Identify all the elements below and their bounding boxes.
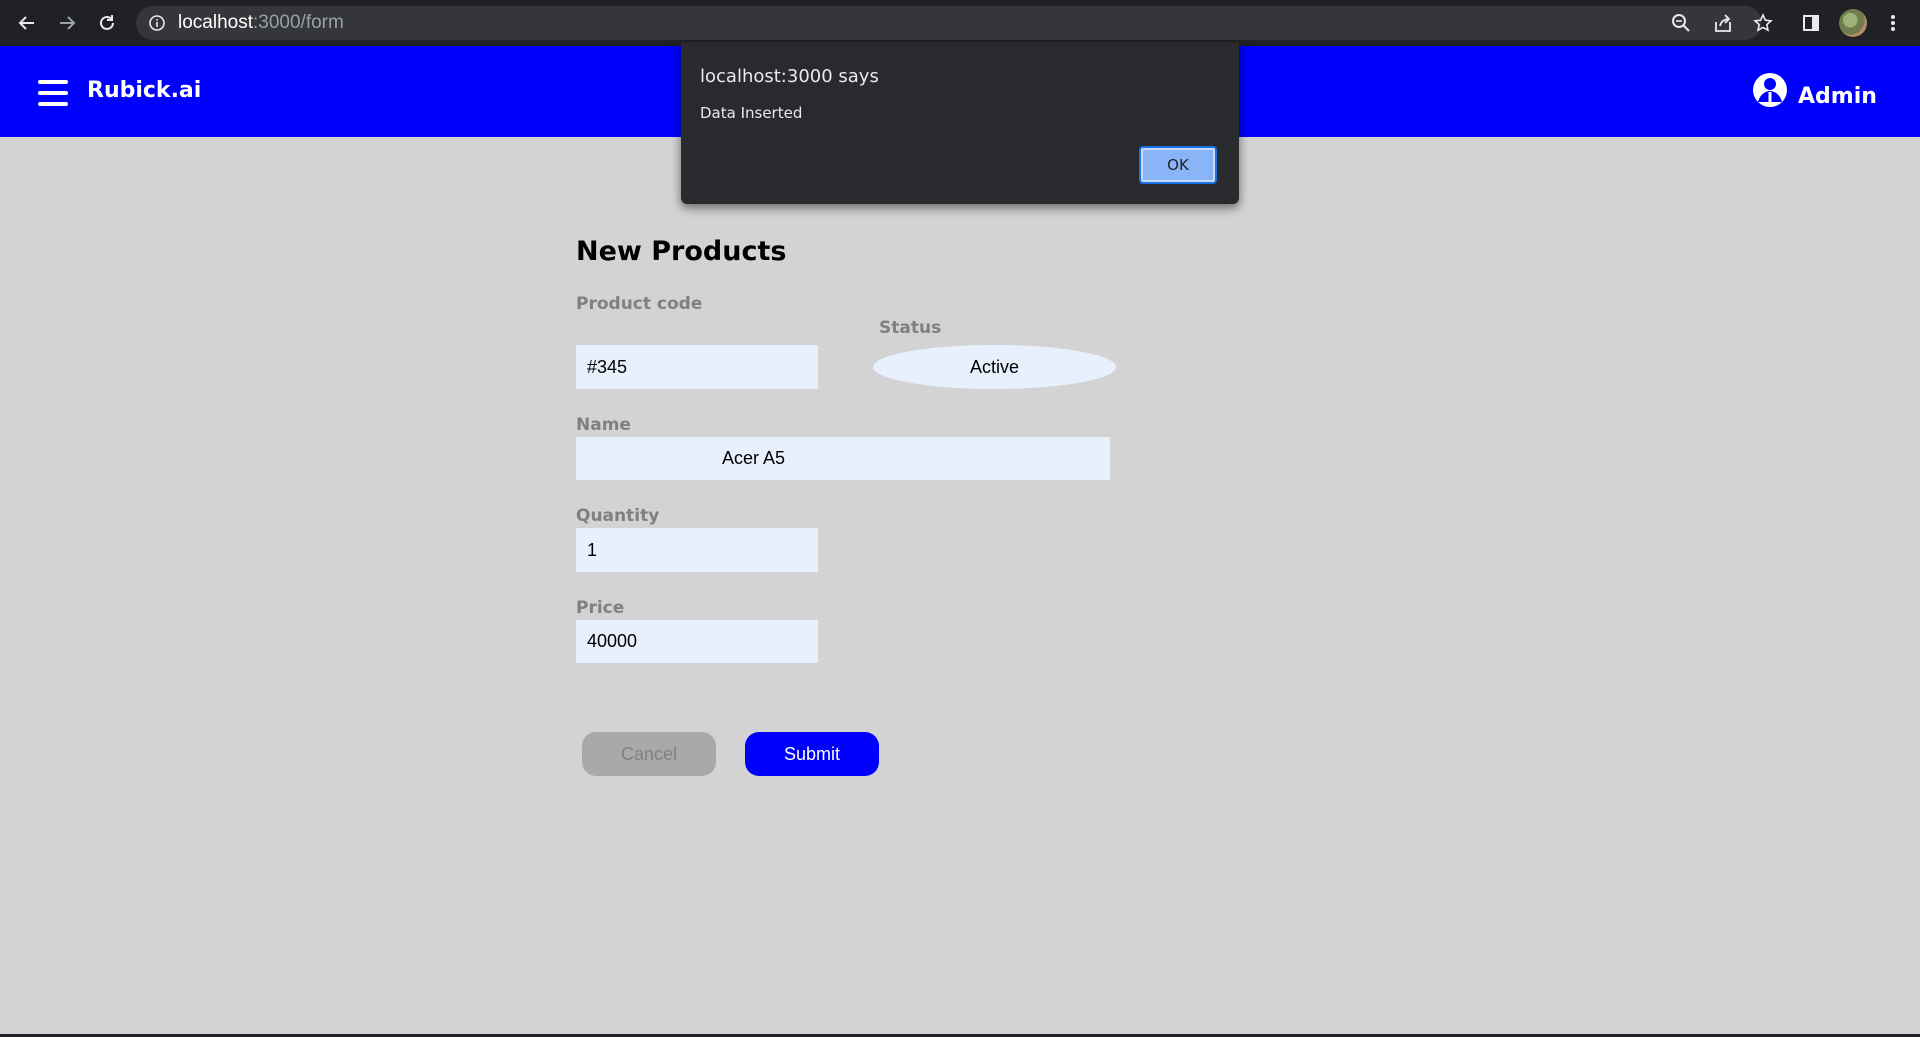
user-avatar-icon[interactable] <box>1752 72 1788 108</box>
price-input[interactable]: 40000 <box>576 620 818 663</box>
site-info-icon[interactable] <box>148 14 166 32</box>
product-code-input[interactable]: #345 <box>576 345 818 389</box>
submit-button[interactable]: Submit <box>745 732 879 776</box>
browser-toolbar: localhost:3000/form <box>0 0 1920 46</box>
product-code-label: Product code <box>576 294 703 314</box>
cancel-button[interactable]: Cancel <box>582 732 716 776</box>
name-input[interactable]: Acer A5 <box>576 437 1110 480</box>
status-select[interactable]: Active <box>873 345 1116 389</box>
reload-icon[interactable] <box>94 10 120 36</box>
dialog-title: localhost:3000 says <box>700 66 879 87</box>
user-name-label[interactable]: Admin <box>1798 84 1877 109</box>
share-icon[interactable] <box>1710 10 1736 36</box>
ok-button[interactable]: OK <box>1139 146 1217 184</box>
url-host: localhost <box>178 12 253 33</box>
menu-dots-icon[interactable] <box>1880 10 1906 36</box>
quantity-input[interactable]: 1 <box>576 528 818 572</box>
profile-avatar[interactable] <box>1839 9 1867 37</box>
hamburger-menu-icon[interactable] <box>38 80 68 106</box>
dialog-message: Data Inserted <box>700 104 803 122</box>
quantity-label: Quantity <box>576 506 660 526</box>
zoom-icon[interactable] <box>1668 10 1694 36</box>
price-label: Price <box>576 598 625 618</box>
side-panel-icon[interactable] <box>1798 10 1824 36</box>
brand-logo-text: Rubick.ai <box>87 78 202 103</box>
name-label: Name <box>576 415 631 435</box>
url-path: :3000/form <box>253 12 344 33</box>
page-title: New Products <box>576 236 787 267</box>
back-arrow-icon[interactable] <box>14 10 40 36</box>
status-label: Status <box>879 318 942 338</box>
url-text: localhost:3000/form <box>178 12 344 34</box>
bookmark-star-icon[interactable] <box>1750 10 1776 36</box>
address-bar[interactable]: localhost:3000/form <box>136 6 1762 40</box>
forward-arrow-icon[interactable] <box>54 10 80 36</box>
alert-dialog: localhost:3000 says Data Inserted OK <box>681 42 1239 204</box>
